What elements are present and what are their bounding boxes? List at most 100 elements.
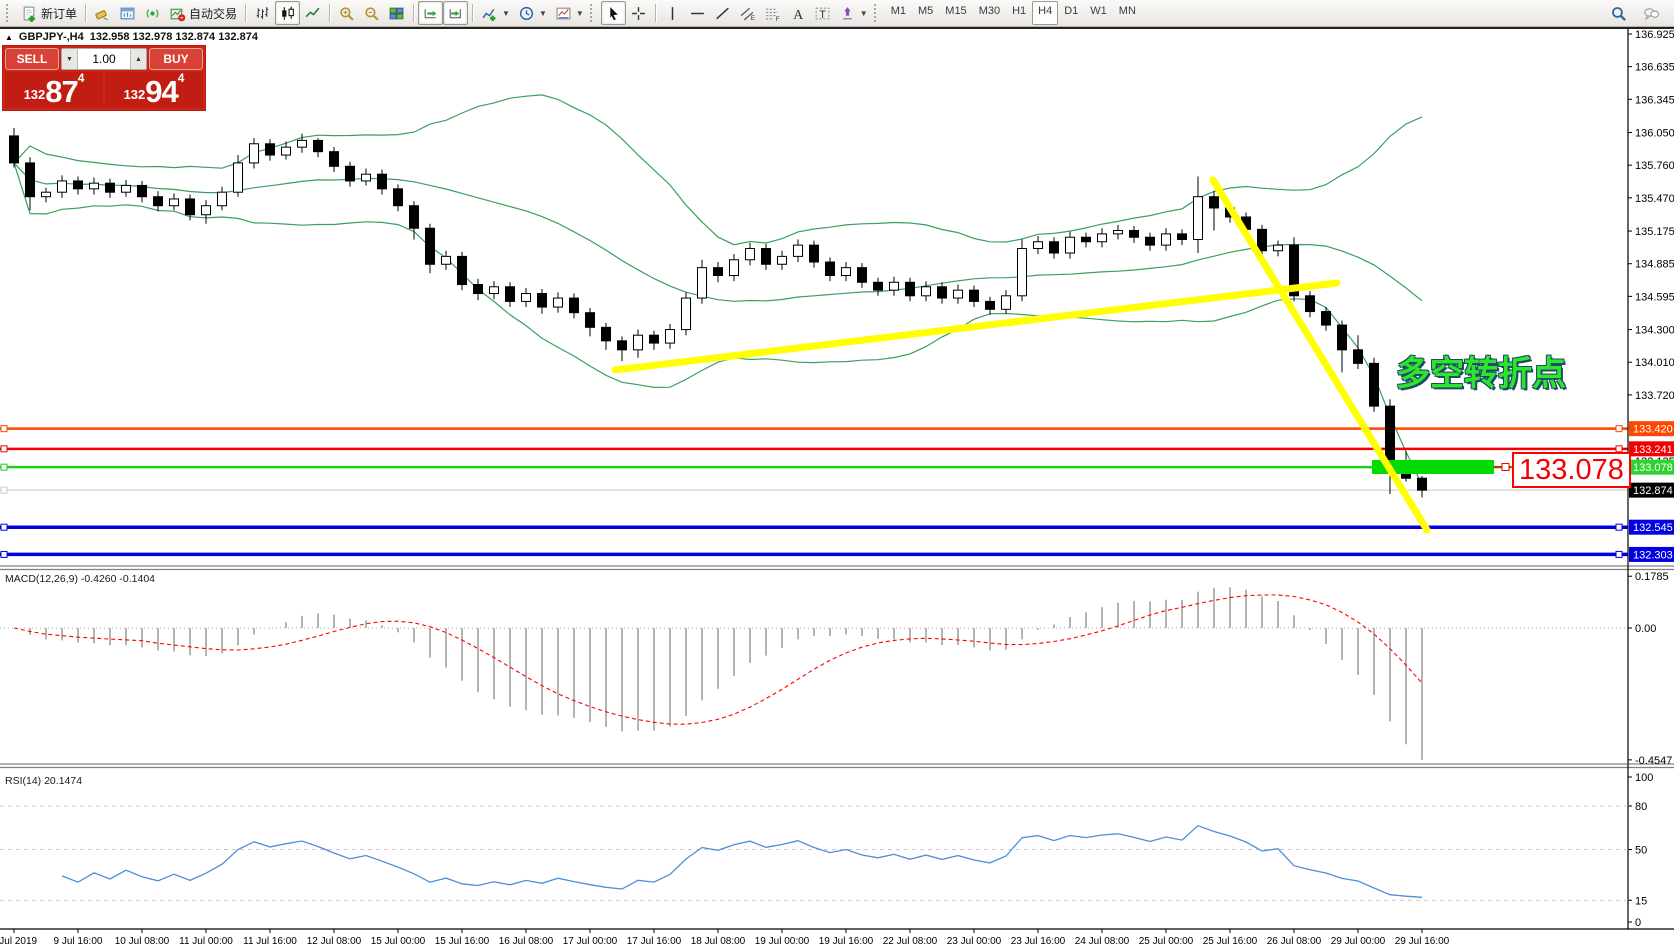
cursor-icon: [605, 5, 622, 22]
chevron-down-icon: ▼: [502, 9, 510, 18]
sell-price-prefix: 132: [24, 84, 46, 106]
sell-button[interactable]: SELL: [5, 48, 59, 70]
bar-chart-button[interactable]: [250, 1, 275, 25]
auto-trading-button[interactable]: 自动交易: [165, 1, 241, 25]
crosshair-button[interactable]: [626, 1, 651, 25]
arrows-button[interactable]: ▼: [835, 1, 872, 25]
price-tick-label: 134.885: [1635, 259, 1674, 271]
turning-point-annotation[interactable]: 多空转折点: [1396, 346, 1566, 395]
volume-up-button[interactable]: ▲: [130, 49, 146, 69]
fibonacci-button[interactable]: F: [760, 1, 785, 25]
zoom-in-button[interactable]: [334, 1, 359, 25]
horizontal-line-button[interactable]: [685, 1, 710, 25]
window-icon: [119, 5, 136, 22]
trendline-button[interactable]: [710, 1, 735, 25]
rsi-scale-label: 80: [1635, 801, 1647, 813]
cursor-button[interactable]: [601, 1, 626, 25]
buy-price-display[interactable]: 132 94 4: [105, 72, 203, 108]
volume-input[interactable]: [78, 49, 130, 69]
time-tick-label: 9 Jul 2019: [0, 936, 38, 947]
line-chart-button[interactable]: [300, 1, 325, 25]
label-icon: T: [814, 5, 831, 22]
text-button[interactable]: A: [785, 1, 810, 25]
zoomout-icon: [363, 5, 380, 22]
timeframe-mn-button[interactable]: MN: [1113, 1, 1142, 25]
equidistant-channel-button[interactable]: E: [735, 1, 760, 25]
tile-windows-button[interactable]: [384, 1, 409, 25]
chat-button[interactable]: [1639, 1, 1664, 25]
level-line-current-price-132.874[interactable]: [0, 487, 1628, 493]
level-line-resistance-133.420[interactable]: [0, 426, 1628, 432]
time-tick-label: 23 Jul 00:00: [947, 936, 1002, 947]
time-tick-label: 15 Jul 16:00: [435, 936, 490, 947]
volume-down-button[interactable]: ▼: [62, 49, 78, 69]
price-badge-label: 133.420: [1633, 424, 1673, 436]
text-label-button[interactable]: T: [810, 1, 835, 25]
macd-scale-label: 0.1785: [1635, 571, 1669, 583]
level-line-resistance-133.241[interactable]: [0, 446, 1628, 452]
sell-price-sup: 4: [78, 72, 85, 84]
hline-icon: [689, 5, 706, 22]
indicators-button[interactable]: ▼: [477, 1, 514, 25]
chart-window[interactable]: 136.925136.635136.345136.050135.760135.4…: [0, 27, 1674, 947]
level-line-support-132.545[interactable]: [0, 524, 1628, 530]
candlestick-button[interactable]: [275, 1, 300, 25]
timeframe-m15-button[interactable]: M15: [939, 1, 972, 25]
chart-shift-button[interactable]: [443, 1, 468, 25]
price-badge-label: 133.241: [1633, 444, 1673, 456]
tiles-icon: [388, 5, 405, 22]
search-icon: [1610, 5, 1627, 22]
auto-scroll-button[interactable]: [418, 1, 443, 25]
bollinger-lower-band: [14, 163, 1422, 485]
price-badge-132.874: 132.874: [1629, 483, 1674, 498]
toolbar-grip[interactable]: [590, 4, 597, 22]
timeframe-m30-button[interactable]: M30: [973, 1, 1006, 25]
sell-price-display[interactable]: 132 87 4: [5, 72, 103, 108]
falling-trendline[interactable]: [1213, 180, 1427, 530]
toolbar-grip[interactable]: [874, 4, 881, 22]
toolbar-separator: [245, 4, 246, 22]
toolbar-grip[interactable]: [6, 4, 13, 22]
eraser-button[interactable]: [90, 1, 115, 25]
time-tick-label: 25 Jul 16:00: [1203, 936, 1258, 947]
toolbar-separator: [329, 4, 330, 22]
toolbar-separator: [472, 4, 473, 22]
timeframe-d1-button[interactable]: D1: [1058, 1, 1084, 25]
price-level-callout[interactable]: 133.078: [1512, 452, 1631, 488]
macd-scale-label: 0.00: [1635, 623, 1656, 635]
rsi-scale-label: 50: [1635, 845, 1647, 857]
new-order-button[interactable]: 新订单: [17, 1, 81, 25]
price-tick-label: 136.345: [1635, 94, 1674, 106]
macd-label: MACD(12,26,9) -0.4260 -0.1404: [5, 573, 155, 585]
periods-button[interactable]: ▼: [514, 1, 551, 25]
price-axis[interactable]: 136.925136.635136.345136.050135.760135.4…: [1628, 29, 1674, 562]
line-icon: [304, 5, 321, 22]
price-badge-label: 132.545: [1633, 522, 1673, 534]
timeframe-m5-button[interactable]: M5: [912, 1, 939, 25]
chevron-down-icon: ▼: [539, 9, 547, 18]
price-badge-132.303: 132.303: [1629, 547, 1674, 562]
price-tick-label: 135.760: [1635, 160, 1674, 172]
level-line-support-132.303[interactable]: [0, 551, 1628, 557]
price-tick-label: 135.175: [1635, 226, 1674, 238]
time-tick-label: 19 Jul 16:00: [819, 936, 874, 947]
market-watch-button[interactable]: [115, 1, 140, 25]
templates-button[interactable]: ▼: [551, 1, 588, 25]
trendline-icon: [714, 5, 731, 22]
clock-icon: [518, 5, 535, 22]
signals-button[interactable]: [140, 1, 165, 25]
collapse-panel-icon[interactable]: ▲: [5, 33, 13, 42]
sell-price-big: 87: [45, 78, 77, 106]
channel-icon: E: [739, 5, 756, 22]
timeframe-w1-button[interactable]: W1: [1084, 1, 1113, 25]
time-axis[interactable]: 9 Jul 20199 Jul 16:0010 Jul 08:0011 Jul …: [0, 929, 1450, 947]
zoom-out-button[interactable]: [359, 1, 384, 25]
timeframe-h4-button[interactable]: H4: [1032, 1, 1058, 25]
timeframe-h1-button[interactable]: H1: [1006, 1, 1032, 25]
time-tick-label: 9 Jul 16:00: [54, 936, 103, 947]
buy-button[interactable]: BUY: [149, 48, 203, 70]
search-button[interactable]: [1606, 1, 1631, 25]
main-pane: [0, 95, 1628, 558]
vertical-line-button[interactable]: [660, 1, 685, 25]
timeframe-m1-button[interactable]: M1: [885, 1, 912, 25]
